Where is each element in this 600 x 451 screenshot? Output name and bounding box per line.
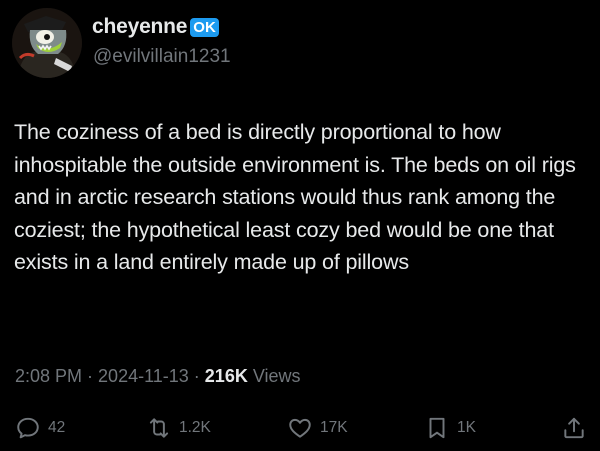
repost-count: 1.2K <box>179 419 211 436</box>
bookmark-count: 1K <box>457 419 476 436</box>
bookmark-icon <box>424 415 450 441</box>
meta-separator: · <box>188 366 205 386</box>
like-button[interactable]: 17K <box>287 410 348 446</box>
action-bar: 42 1.2K 17K 1K <box>0 410 600 446</box>
ok-badge: OK <box>190 17 219 37</box>
tweet-card: cheyenne OK @evilvillain1231 The cozines… <box>0 0 600 451</box>
bookmark-button[interactable]: 1K <box>424 410 476 446</box>
avatar[interactable] <box>12 8 82 78</box>
like-count: 17K <box>320 419 348 436</box>
reply-icon <box>15 415 41 441</box>
share-button[interactable] <box>561 410 587 446</box>
reply-button[interactable]: 42 <box>15 410 65 446</box>
reply-count: 42 <box>48 419 66 436</box>
tweet-date[interactable]: 2024-11-13 <box>98 366 189 386</box>
heart-icon <box>287 415 313 441</box>
repost-button[interactable]: 1.2K <box>146 410 211 446</box>
villain-avatar-image <box>12 8 82 78</box>
tweet-meta: 2:08 PM · 2024-11-13 · 216K Views <box>15 366 301 387</box>
tweet-time[interactable]: 2:08 PM <box>15 366 82 386</box>
repost-icon <box>146 415 172 441</box>
author-name-row: cheyenne OK <box>92 14 219 40</box>
views-count: 216K <box>204 366 248 386</box>
author-handle[interactable]: @evilvillain1231 <box>93 46 231 68</box>
tweet-text: The coziness of a bed is directly propor… <box>14 120 576 274</box>
author-display-name[interactable]: cheyenne <box>92 15 187 39</box>
views-label: Views <box>247 366 301 386</box>
meta-separator: · <box>82 366 99 386</box>
share-icon <box>561 415 587 441</box>
